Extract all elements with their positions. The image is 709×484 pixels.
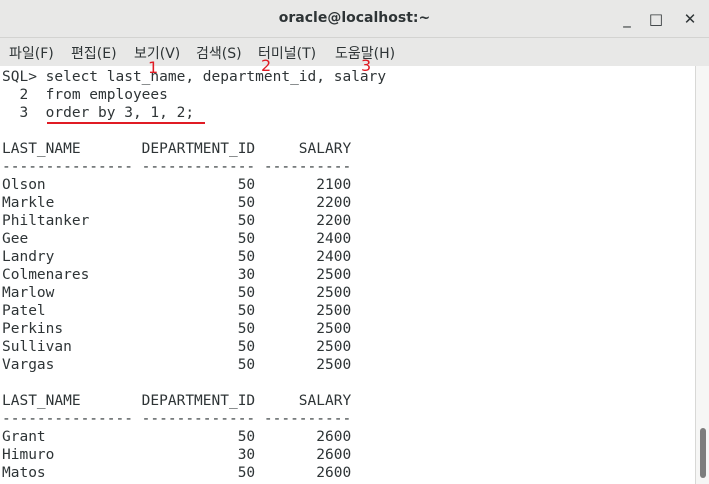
terminal-line: Patel 50 2500 (2, 303, 352, 319)
terminal-line: --------------- ------------- ---------- (2, 411, 352, 427)
terminal-line: Vargas 50 2500 (2, 357, 352, 373)
terminal-line: SQL> select last_name, department_id, sa… (2, 69, 387, 85)
terminal-line: Gee 50 2400 (2, 231, 352, 247)
title-bar: oracle@localhost:~ _ □ ✕ (0, 0, 709, 38)
terminal-line: 3 order by 3, 1, 2; (2, 105, 195, 121)
terminal-line: --------------- ------------- ---------- (2, 159, 352, 175)
menu-bar: 파일(F) 편집(E) 보기(V) 검색(S) 터미널(T) 도움말(H) (0, 38, 709, 65)
terminal-line: LAST_NAME DEPARTMENT_ID SALARY (2, 141, 352, 157)
annotation-underline (47, 122, 205, 124)
terminal-line: Olson 50 2100 (2, 177, 352, 193)
menu-file[interactable]: 파일(F) (9, 43, 54, 63)
terminal-line: Sullivan 50 2500 (2, 339, 352, 355)
menu-edit[interactable]: 편집(E) (71, 43, 117, 63)
terminal-line: Grant 50 2600 (2, 429, 352, 445)
close-button[interactable]: ✕ (679, 8, 701, 30)
annotation-1: 1 (148, 58, 159, 77)
terminal-line: Matos 50 2600 (2, 465, 352, 481)
scrollbar-thumb[interactable] (700, 428, 706, 478)
annotation-2: 2 (261, 56, 272, 75)
terminal-line: Himuro 30 2600 (2, 447, 352, 463)
terminal-line: Landry 50 2400 (2, 249, 352, 265)
terminal-line: Perkins 50 2500 (2, 321, 352, 337)
minimize-button[interactable]: _ (616, 8, 638, 30)
scrollbar[interactable] (695, 66, 709, 484)
menu-search[interactable]: 검색(S) (196, 43, 242, 63)
terminal-line: Philtanker 50 2200 (2, 213, 352, 229)
terminal-line: Colmenares 30 2500 (2, 267, 352, 283)
terminal-line: 2 from employees (2, 87, 168, 103)
terminal-line: Markle 50 2200 (2, 195, 352, 211)
terminal-output[interactable]: SQL> select last_name, department_id, sa… (0, 66, 695, 484)
maximize-button[interactable]: □ (645, 8, 667, 30)
terminal-line: LAST_NAME DEPARTMENT_ID SALARY (2, 393, 352, 409)
annotation-3: 3 (361, 56, 372, 75)
window-title: oracle@localhost:~ (278, 10, 431, 26)
terminal-line: Marlow 50 2500 (2, 285, 352, 301)
